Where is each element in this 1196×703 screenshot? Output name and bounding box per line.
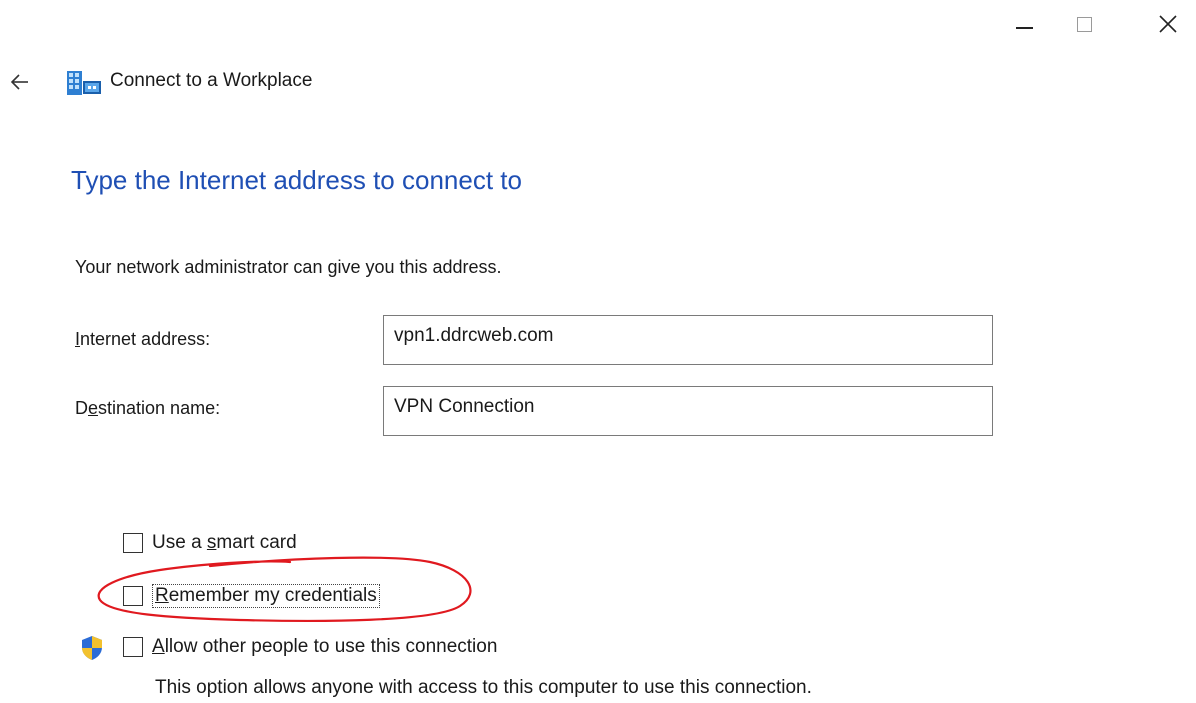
smart-card-checkbox[interactable] — [123, 533, 143, 553]
close-icon — [1159, 15, 1177, 33]
back-arrow-icon — [11, 74, 28, 90]
remember-credentials-option[interactable]: Remember my credentials — [123, 584, 380, 608]
close-button[interactable] — [1140, 0, 1196, 48]
internet-address-input[interactable] — [383, 315, 993, 365]
internet-address-label: Internet address: — [75, 329, 211, 349]
remember-credentials-label: Remember my credentials — [152, 584, 380, 608]
uac-shield-icon — [82, 636, 102, 660]
destination-name-label: Destination name: — [75, 398, 221, 418]
back-button[interactable] — [6, 66, 34, 98]
minimize-icon — [1015, 27, 1033, 29]
allow-others-checkbox[interactable] — [123, 637, 143, 657]
workplace-network-icon — [67, 71, 101, 95]
window-title: Connect to a Workplace — [110, 70, 313, 91]
remember-credentials-checkbox[interactable] — [123, 586, 143, 606]
page-heading: Type the Internet address to connect to — [71, 165, 522, 195]
allow-others-option[interactable]: Allow other people to use this connectio… — [123, 636, 497, 658]
maximize-icon — [1076, 16, 1092, 32]
smart-card-label: Use a smart card — [152, 532, 297, 553]
allow-others-label: Allow other people to use this connectio… — [152, 636, 498, 657]
maximize-button[interactable] — [1056, 0, 1112, 48]
allow-others-description: This option allows anyone with access to… — [155, 677, 812, 698]
page-subtext: Your network administrator can give you … — [75, 257, 502, 277]
connect-workplace-window: Connect to a Workplace Type the Internet… — [0, 0, 1196, 703]
minimize-button[interactable] — [996, 0, 1052, 48]
smart-card-option[interactable]: Use a smart card — [123, 532, 297, 554]
destination-name-input[interactable] — [383, 386, 993, 436]
